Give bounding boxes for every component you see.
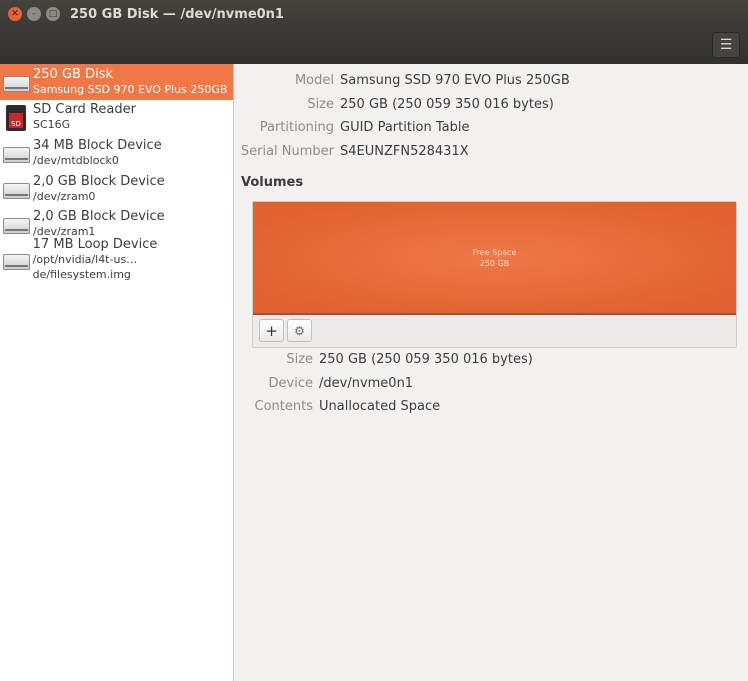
partition-settings-button[interactable]: ⚙ <box>287 319 312 342</box>
device-name: 2,0 GB Block Device <box>33 209 165 225</box>
device-name: 2,0 GB Block Device <box>33 173 165 189</box>
device-item-sd-card-reader[interactable]: SD SD Card Reader SC16G <box>0 100 233 136</box>
gears-icon: ⚙ <box>294 323 305 338</box>
device-sub: /dev/mtdblock0 <box>33 153 119 167</box>
device-sub: SC16G <box>33 118 71 132</box>
model-row: Model Samsung SSD 970 EVO Plus 250GB <box>294 73 570 88</box>
device-list: 250 GB Disk Samsung SSD 970 EVO Plus 250G… <box>0 64 234 681</box>
device-name: 34 MB Block Device <box>33 137 162 153</box>
drive-icon <box>3 177 30 201</box>
drive-icon <box>3 248 30 272</box>
create-partition-button[interactable]: + <box>259 319 284 342</box>
partition-free-space[interactable]: Free Space 250 GB <box>253 202 736 315</box>
device-name: 17 MB Loop Device <box>32 237 158 253</box>
device-sub: /dev/zram0 <box>33 189 96 203</box>
device-item-250gb-disk[interactable]: 250 GB Disk Samsung SSD 970 EVO Plus 250G… <box>0 64 233 100</box>
device-name: SD Card Reader <box>33 102 136 118</box>
minimize-button[interactable]: – <box>27 7 41 21</box>
device-item-zram0[interactable]: 2,0 GB Block Device/dev/zram0 <box>0 171 233 207</box>
title-bar: ✕ – □ 250 GB Disk — /dev/nvme0n1 <box>0 0 748 28</box>
device-item-mtdblock0[interactable]: 34 MB Block Device/dev/mtdblock0 <box>0 135 233 171</box>
sd-card-icon: SD <box>3 105 30 132</box>
device-sub: /opt/nvidia/l4t-us…de/filesystem.img <box>32 253 138 282</box>
close-button[interactable]: ✕ <box>8 7 22 21</box>
volume-size-row: Size 250 GB (250 059 350 016 bytes) <box>286 352 533 367</box>
partitioning-row: Partitioning GUID Partition Table <box>259 120 470 135</box>
drive-icon <box>3 212 30 236</box>
hamburger-icon: ☰ <box>719 37 733 53</box>
hard-disk-icon <box>3 70 30 94</box>
volume-contents-row: Contents Unallocated Space <box>254 399 441 414</box>
volumes-heading: Volumes <box>241 175 304 190</box>
disk-details: Model Samsung SSD 970 EVO Plus 250GB Size… <box>235 64 748 681</box>
device-name: 250 GB Disk <box>33 66 113 82</box>
window-title: 250 GB Disk — /dev/nvme0n1 <box>70 6 284 22</box>
menu-button[interactable]: ☰ <box>712 32 740 58</box>
drive-icon <box>3 141 30 165</box>
plus-icon: + <box>265 321 278 340</box>
volumes-graph: Free Space 250 GB + ⚙ <box>252 201 737 348</box>
serial-row: Serial Number S4EUNZFN528431X <box>240 144 469 159</box>
maximize-button[interactable]: □ <box>46 7 60 21</box>
size-row: Size 250 GB (250 059 350 016 bytes) <box>307 97 554 112</box>
device-item-loop-device[interactable]: 17 MB Loop Device/opt/nvidia/l4t-us…de/f… <box>0 237 233 281</box>
header-bar: ☰ <box>0 28 748 64</box>
device-sub: Samsung SSD 970 EVO Plus 250GB <box>33 82 228 96</box>
volume-device-row: Device/dev/nvme0n1 <box>268 376 414 391</box>
